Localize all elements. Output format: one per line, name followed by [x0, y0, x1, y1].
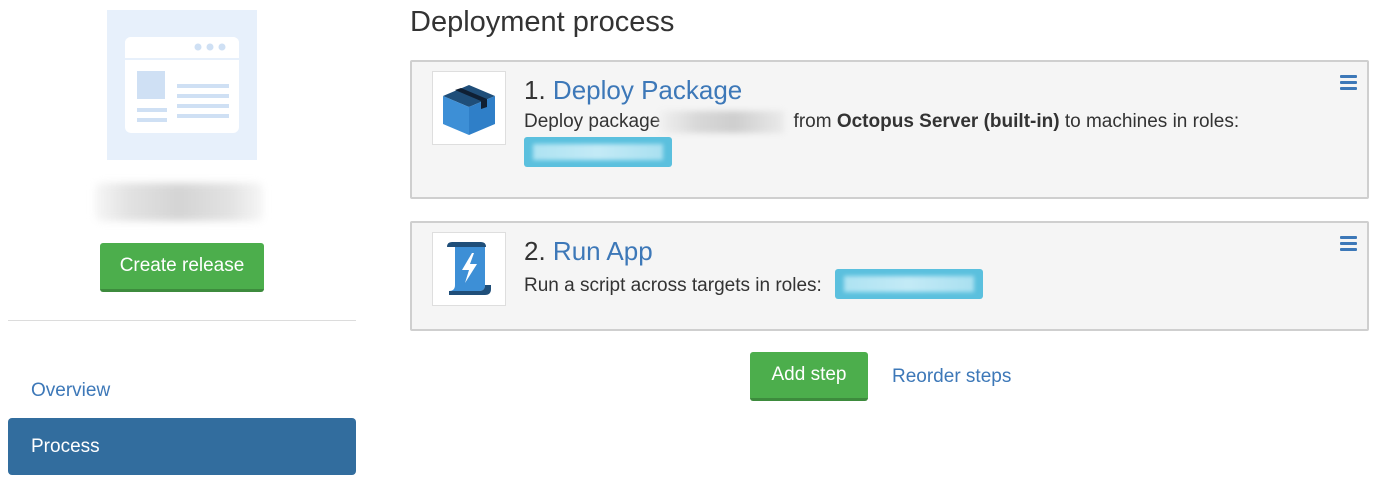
step-icon-container: [432, 232, 506, 306]
desc-prefix: Deploy package: [524, 111, 661, 132]
nav-item-process[interactable]: Process: [8, 418, 356, 475]
step-description: Run a script across targets in roles:: [524, 275, 822, 296]
package-box-icon: [443, 85, 495, 135]
desc-middle: from: [788, 111, 837, 132]
step-name-link[interactable]: Run App: [553, 236, 653, 266]
step-icon-container: [432, 71, 506, 145]
step-description: Deploy package from Octopus Server (buil…: [524, 110, 1239, 134]
add-step-button[interactable]: Add step: [750, 352, 868, 401]
server-name: Octopus Server (built-in): [836, 111, 1060, 132]
script-lightning-icon: [447, 242, 491, 295]
step-card-run-app: 2. Run App Run a script across targets i…: [410, 221, 1369, 331]
step-card-deploy-package: 1. Deploy Package Deploy package from Oc…: [410, 60, 1369, 199]
role-name-redacted: [844, 276, 974, 292]
step-number: 2.: [524, 236, 546, 266]
role-tag: [835, 269, 983, 299]
sidebar-divider: [8, 320, 356, 321]
nav-item-overview[interactable]: Overview: [8, 362, 356, 419]
page-title: Deployment process: [410, 6, 675, 38]
step-number: 1.: [524, 75, 546, 105]
role-name-redacted: [533, 144, 663, 160]
step-menu-icon[interactable]: [1339, 74, 1359, 92]
desc-suffix: to machines in roles:: [1059, 111, 1240, 132]
sidebar: Create release Overview Process: [0, 0, 364, 484]
project-logo: [107, 10, 257, 160]
reorder-steps-link[interactable]: Reorder steps: [892, 365, 1011, 389]
step-menu-icon[interactable]: [1339, 235, 1359, 253]
role-tag: [524, 137, 672, 167]
step-name-link[interactable]: Deploy Package: [553, 75, 742, 105]
project-name-redacted: [95, 183, 263, 221]
create-release-button[interactable]: Create release: [100, 243, 264, 292]
package-name-redacted: [660, 110, 785, 133]
browser-window-icon: [125, 37, 239, 133]
step-heading: 2. Run App: [524, 235, 653, 267]
step-heading: 1. Deploy Package: [524, 74, 742, 106]
